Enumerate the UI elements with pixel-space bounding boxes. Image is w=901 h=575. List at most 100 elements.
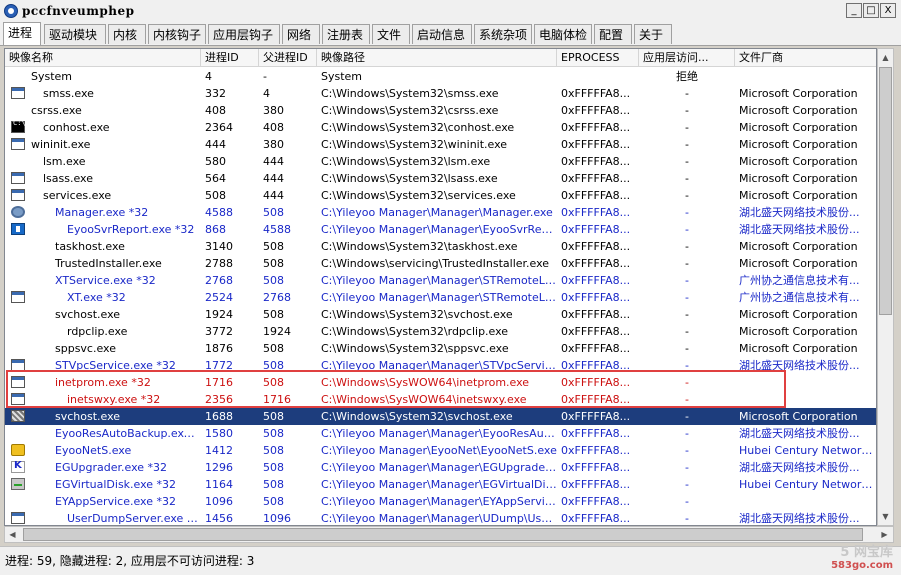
ppid-cell: 508: [263, 257, 284, 270]
tab-app-hooks[interactable]: 应用层钩子: [208, 24, 280, 44]
scroll-down-arrow-icon[interactable]: ▼: [878, 508, 893, 525]
column-header-image-name[interactable]: 映像名称: [5, 49, 201, 66]
path-cell: C:\Yileyoo Manager\Manager\EYAppService.…: [321, 495, 557, 508]
table-row[interactable]: Manager.exe *32 4588 508 C:\Yileyoo Manager…: [5, 204, 876, 221]
vendor-cell: Microsoft Corporation: [739, 257, 858, 270]
ppid-cell: 508: [263, 206, 284, 219]
table-row[interactable]: services.exe 508 444 C:\Windows\System32\se…: [5, 187, 876, 204]
image-name-cell: inetprom.exe *32: [55, 376, 151, 389]
maximize-button[interactable]: □: [863, 3, 879, 18]
eprocess-cell: 0xFFFFFA8...: [561, 308, 631, 321]
tab-pc-checkup[interactable]: 电脑体检: [534, 24, 592, 44]
access-cell: -: [685, 512, 689, 525]
process-list[interactable]: 映像名称 进程ID 父进程ID 映像路径 EPROCESS 应用层访问... 文…: [4, 48, 877, 526]
tab-startup-info[interactable]: 启动信息: [412, 24, 472, 44]
vendor-cell: Microsoft Corporation: [739, 325, 858, 338]
access-cell: 拒绝: [676, 70, 698, 83]
tab-config[interactable]: 配置: [594, 24, 632, 44]
window-icon: [11, 87, 25, 99]
vertical-scrollbar[interactable]: ▲ ▼: [877, 48, 894, 526]
table-row[interactable]: EYAppService.exe *32 1096 508 C:\Yileyoo Ma…: [5, 493, 876, 510]
table-row[interactable]: UserDumpServer.exe *32 1456 1096 C:\Yileyoo…: [5, 510, 876, 525]
vendor-cell: Microsoft Corporation: [739, 240, 858, 253]
scroll-left-arrow-icon[interactable]: ◀: [5, 526, 20, 543]
table-row[interactable]: EyooSvrReport.exe *32 868 4588 C:\Yileyoo M…: [5, 221, 876, 238]
scroll-up-arrow-icon[interactable]: ▲: [878, 49, 893, 66]
app-icon: [4, 4, 18, 18]
table-row[interactable]: csrss.exe 408 380 C:\Windows\System32\csrss…: [5, 102, 876, 119]
minimize-button[interactable]: _: [846, 3, 862, 18]
table-row[interactable]: inetswxy.exe *32 2356 1716 C:\Windows\SysWO…: [5, 391, 876, 408]
eprocess-cell: 0xFFFFFA8...: [561, 342, 631, 355]
access-cell: -: [685, 444, 689, 457]
image-name-cell: STVpcService.exe *32: [55, 359, 176, 372]
column-header-app-access[interactable]: 应用层访问...: [639, 49, 735, 66]
table-row[interactable]: System 4 - System 拒绝: [5, 68, 876, 85]
ppid-cell: 508: [263, 410, 284, 423]
close-button[interactable]: X: [880, 3, 896, 18]
column-header-vendor[interactable]: 文件厂商: [735, 49, 876, 66]
path-cell: C:\Yileyoo Manager\Manager\STVpcService.…: [321, 359, 557, 372]
access-cell: -: [685, 155, 689, 168]
ppid-cell: 508: [263, 240, 284, 253]
tab-registry[interactable]: 注册表: [322, 24, 370, 44]
horizontal-scroll-thumb[interactable]: [23, 528, 863, 541]
tab-driver-modules[interactable]: 驱动模块: [44, 24, 106, 44]
tab-file[interactable]: 文件: [372, 24, 410, 44]
ppid-cell: 380: [263, 104, 284, 117]
table-row[interactable]: XT.exe *32 2524 2768 C:\Yileyoo Manager\Man…: [5, 289, 876, 306]
tab-kernel[interactable]: 内核: [108, 24, 146, 44]
table-row[interactable]: smss.exe 332 4 C:\Windows\System32\smss.exe…: [5, 85, 876, 102]
table-row[interactable]: sppsvc.exe 1876 508 C:\Windows\System32\spp…: [5, 340, 876, 357]
vendor-cell: Microsoft Corporation: [739, 308, 858, 321]
table-row[interactable]: TrustedInstaller.exe 2788 508 C:\Windows\se…: [5, 255, 876, 272]
table-row[interactable]: svchost.exe 1924 508 C:\Windows\System32\sv…: [5, 306, 876, 323]
access-cell: -: [685, 410, 689, 423]
table-row[interactable]: EGUpgrader.exe *32 1296 508 C:\Yileyoo Mana…: [5, 459, 876, 476]
table-row[interactable]: EGVirtualDisk.exe *32 1164 508 C:\Yileyoo M…: [5, 476, 876, 493]
table-row[interactable]: lsm.exe 580 444 C:\Windows\System32\lsm.exe…: [5, 153, 876, 170]
watermark: 5 网宝库 583go.com: [831, 541, 893, 571]
column-header-eprocess[interactable]: EPROCESS: [557, 49, 639, 66]
tab-network[interactable]: 网络: [282, 24, 320, 44]
horizontal-scrollbar[interactable]: ◀ ▶: [4, 526, 894, 543]
path-cell: C:\Windows\System32\lsm.exe: [321, 155, 491, 168]
ppid-cell: 4588: [263, 223, 291, 236]
table-row[interactable]: rdpclip.exe 3772 1924 C:\Windows\System32\r…: [5, 323, 876, 340]
path-cell: C:\Windows\System32\svchost.exe: [321, 308, 513, 321]
image-name-cell: TrustedInstaller.exe: [55, 257, 162, 270]
column-header-image-path[interactable]: 映像路径: [317, 49, 557, 66]
vendor-cell: 湖北盛天网络技术股份...: [739, 461, 860, 474]
column-header-ppid[interactable]: 父进程ID: [259, 49, 317, 66]
table-row[interactable]: XTService.exe *32 2768 508 C:\Yileyoo Manag…: [5, 272, 876, 289]
vertical-scroll-thumb[interactable]: [879, 67, 892, 315]
pid-cell: 3772: [205, 325, 233, 338]
table-row[interactable]: EyooResAutoBackup.exe *32 1580 508 C:\Yiley…: [5, 425, 876, 442]
table-row[interactable]: lsass.exe 564 444 C:\Windows\System32\lsass…: [5, 170, 876, 187]
disk-icon: [11, 478, 25, 490]
table-row[interactable]: svchost.exe 1688 508 C:\Windows\System32\sv…: [5, 408, 876, 425]
table-row[interactable]: wininit.exe 444 380 C:\Windows\System32\win…: [5, 136, 876, 153]
column-header-row: 映像名称 进程ID 父进程ID 映像路径 EPROCESS 应用层访问... 文…: [5, 49, 876, 67]
window-icon: [11, 138, 25, 150]
column-header-pid[interactable]: 进程ID: [201, 49, 259, 66]
vendor-cell: Microsoft Corporation: [739, 87, 858, 100]
table-row[interactable]: EyooNetS.exe 1412 508 C:\Yileyoo Manager\Ey…: [5, 442, 876, 459]
access-cell: -: [685, 393, 689, 406]
tab-system-misc[interactable]: 系统杂项: [474, 24, 532, 44]
eprocess-cell: 0xFFFFFA8...: [561, 376, 631, 389]
eprocess-cell: 0xFFFFFA8...: [561, 478, 631, 491]
table-row[interactable]: inetprom.exe *32 1716 508 C:\Windows\SysWOW…: [5, 374, 876, 391]
table-row[interactable]: STVpcService.exe *32 1772 508 C:\Yileyoo Ma…: [5, 357, 876, 374]
path-cell: C:\Yileyoo Manager\Manager\Manager.exe: [321, 206, 553, 219]
image-name-cell: smss.exe: [43, 87, 94, 100]
eprocess-cell: 0xFFFFFA8...: [561, 410, 631, 423]
gear-icon: [11, 206, 25, 218]
tab-process[interactable]: 进程: [3, 22, 41, 45]
image-name-cell: EyooSvrReport.exe *32: [67, 223, 195, 236]
pid-cell: 1580: [205, 427, 233, 440]
tab-about[interactable]: 关于: [634, 24, 672, 44]
table-row[interactable]: taskhost.exe 3140 508 C:\Windows\System32\t…: [5, 238, 876, 255]
table-row[interactable]: conhost.exe 2364 408 C:\Windows\System32\co…: [5, 119, 876, 136]
tab-kernel-hooks[interactable]: 内核钩子: [148, 24, 206, 44]
